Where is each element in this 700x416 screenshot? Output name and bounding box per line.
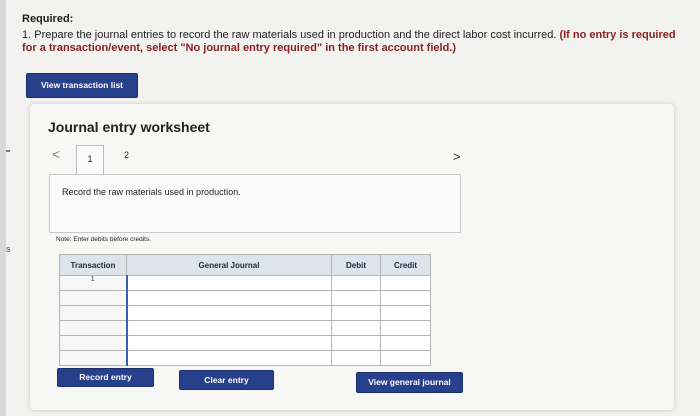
credit-input[interactable] <box>380 350 431 366</box>
required-title: Required: <box>22 13 74 25</box>
page: s Required: 1. Prepare the journal entri… <box>6 0 700 416</box>
header-credit: Credit <box>380 254 431 276</box>
credit-input[interactable] <box>380 275 431 291</box>
account-select[interactable] <box>125 350 332 366</box>
journal-entry-worksheet: Journal entry worksheet < 1 2 > Record t… <box>30 104 674 410</box>
account-select[interactable] <box>125 335 332 351</box>
edge-mark: s <box>6 244 11 254</box>
journal-table: Transaction General Journal Debit Credit… <box>59 254 431 366</box>
debit-input[interactable] <box>331 320 381 336</box>
debit-input[interactable] <box>331 305 381 321</box>
transaction-cell <box>59 305 127 321</box>
account-select[interactable] <box>125 320 332 336</box>
debit-input[interactable] <box>331 350 381 366</box>
header-general-journal: General Journal <box>126 254 332 276</box>
account-select[interactable] <box>125 305 332 321</box>
worksheet-title: Journal entry worksheet <box>48 119 210 135</box>
debits-note: Note: Enter debits before credits. <box>56 236 152 243</box>
credit-input[interactable] <box>380 320 431 336</box>
next-arrow-icon[interactable]: > <box>453 149 461 164</box>
transaction-cell <box>59 335 127 351</box>
edge-tick <box>6 150 10 152</box>
debit-input[interactable] <box>331 275 381 291</box>
entry-description: Record the raw materials used in product… <box>62 187 241 197</box>
prev-arrow-icon[interactable]: < <box>52 146 60 162</box>
view-transaction-list-button[interactable]: View transaction list <box>26 73 138 98</box>
journal-header-row: Transaction General Journal Debit Credit <box>59 254 431 276</box>
table-row <box>59 335 431 351</box>
header-transaction: Transaction <box>59 254 127 276</box>
transaction-cell <box>59 350 127 366</box>
table-row <box>59 305 431 321</box>
credit-input[interactable] <box>380 335 431 351</box>
account-select[interactable] <box>125 275 332 291</box>
credit-input[interactable] <box>380 290 431 306</box>
credit-input[interactable] <box>380 305 431 321</box>
tab-2[interactable]: 2 <box>124 150 129 160</box>
required-instruction: 1. Prepare the journal entries to record… <box>22 29 560 41</box>
transaction-cell <box>59 290 127 306</box>
transaction-cell: 1 <box>59 275 127 291</box>
record-entry-button[interactable]: Record entry <box>57 368 154 387</box>
debit-input[interactable] <box>331 335 381 351</box>
entry-description-box: Record the raw materials used in product… <box>49 174 461 233</box>
table-row <box>59 320 431 336</box>
header-debit: Debit <box>331 254 381 276</box>
table-row <box>59 290 431 306</box>
clear-entry-button[interactable]: Clear entry <box>179 370 274 390</box>
account-select[interactable] <box>125 290 332 306</box>
transaction-cell <box>59 320 127 336</box>
debit-input[interactable] <box>331 290 381 306</box>
table-row <box>59 350 431 366</box>
table-row: 1 <box>59 275 431 291</box>
required-text: 1. Prepare the journal entries to record… <box>22 29 687 55</box>
view-general-journal-button[interactable]: View general journal <box>356 372 463 393</box>
tab-1[interactable]: 1 <box>76 145 104 174</box>
